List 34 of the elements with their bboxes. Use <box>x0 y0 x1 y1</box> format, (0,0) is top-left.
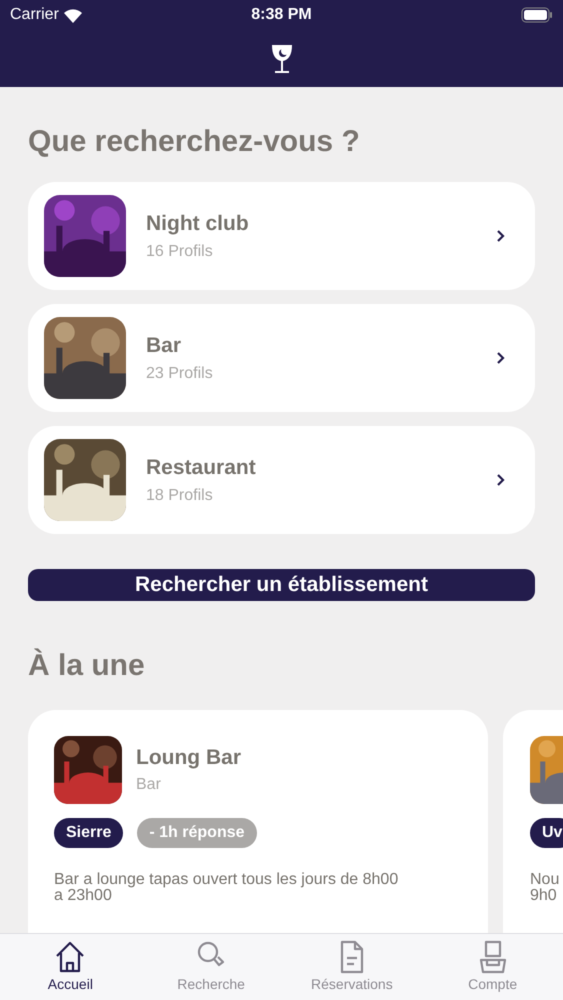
category-card[interactable]: Bar 23 Profils <box>28 304 535 412</box>
venue-name: Loung Bar <box>136 744 241 771</box>
category-name: Restaurant <box>146 455 257 482</box>
wine-glass-icon <box>270 44 292 74</box>
venue-description: Nou 9h0 <box>530 872 560 904</box>
section-title: À la une <box>28 647 146 684</box>
chevron-icon <box>496 473 505 487</box>
section-title: Que recherchez-vous ? <box>28 124 361 160</box>
category-name: Bar <box>146 333 182 360</box>
tab[interactable]: Recherche <box>151 940 272 994</box>
featured-card[interactable]: Uv Nou 9h0 <box>503 710 563 933</box>
tab[interactable]: Réservations <box>292 940 412 994</box>
profile-count: 16 Profils <box>146 242 214 262</box>
tag: Uv <box>530 818 563 848</box>
home-icon <box>54 940 86 974</box>
tab[interactable]: Compte <box>432 940 553 994</box>
tag: Sierre <box>54 818 124 848</box>
venue-type: Bar <box>136 775 162 796</box>
category-card[interactable]: Night club 16 Profils <box>28 182 535 290</box>
tab[interactable]: Accueil <box>10 940 130 994</box>
category-name: Night club <box>146 211 250 238</box>
tag: - 1h réponse <box>137 818 257 848</box>
venue-description: Bar a lounge tapas ouvert tous les jours de 8h00 a 23h00 <box>54 872 399 904</box>
chevron-icon <box>496 351 505 365</box>
profile-count: 23 Profils <box>146 364 214 384</box>
featured-card[interactable]: Loung Bar Bar Sierre - 1h réponse Bar a lounge tapas ouvert tous les jours de 8h00 a 23h00 <box>28 710 488 933</box>
chevron-icon <box>496 229 505 243</box>
search-button[interactable]: Rechercher un établissement <box>28 569 535 600</box>
profile-count: 18 Profils <box>146 486 214 506</box>
battery-icon <box>521 7 553 23</box>
wifi-icon <box>62 8 83 22</box>
carrier-label: Carrier <box>10 5 59 25</box>
clock: 8:38 PM <box>251 5 312 25</box>
category-card[interactable]: Restaurant 18 Profils <box>28 426 535 534</box>
